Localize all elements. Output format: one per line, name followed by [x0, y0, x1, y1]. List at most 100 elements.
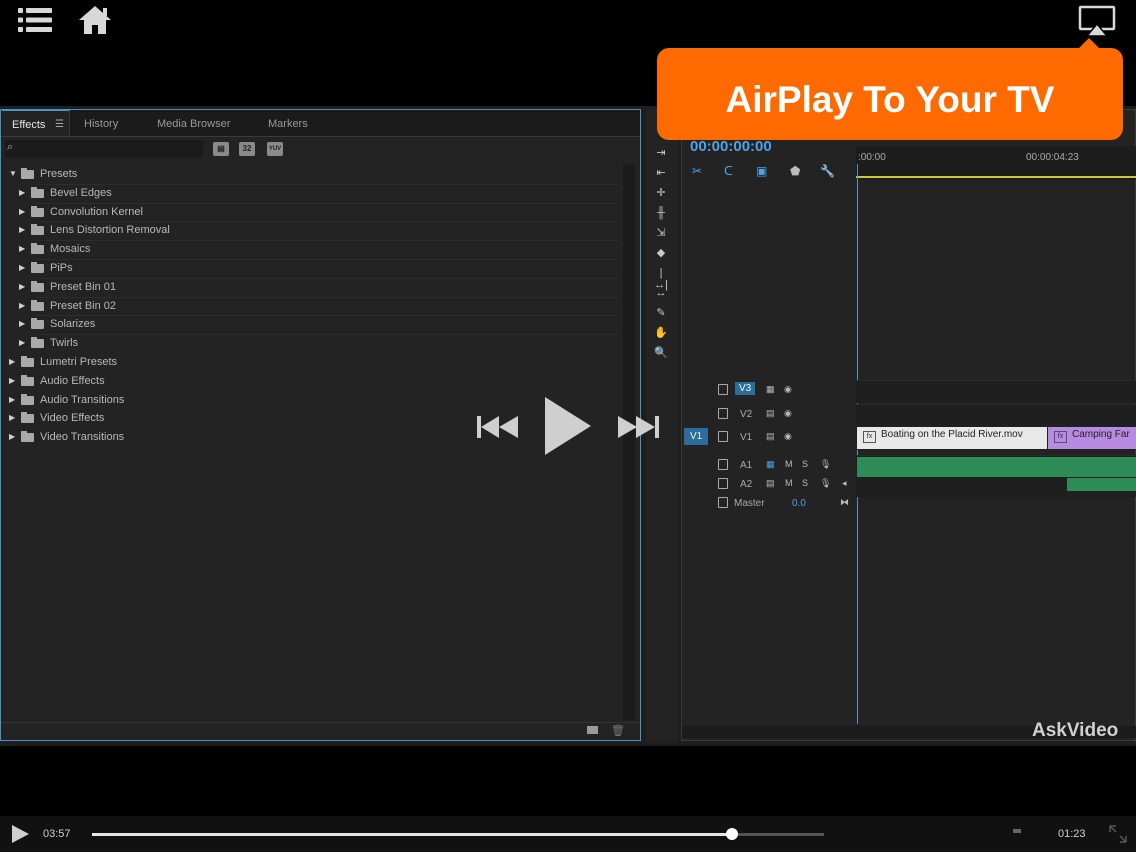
- nest-icon[interactable]: ▣: [756, 164, 767, 178]
- disclosure-collapsed-icon[interactable]: ▶: [19, 259, 27, 277]
- tree-item[interactable]: ▶ Preset Bin 02: [7, 297, 619, 315]
- 32bit-effects-icon[interactable]: 32: [239, 142, 255, 156]
- list-menu-icon[interactable]: [18, 6, 52, 34]
- fullscreen-icon[interactable]: [1108, 824, 1128, 844]
- panel-scrollbar[interactable]: [623, 164, 635, 720]
- microphone-icon[interactable]: 🎙: [820, 478, 831, 489]
- tree-item[interactable]: ▶ Lumetri Presets: [7, 353, 619, 371]
- end-marker-icon[interactable]: ⧓: [840, 497, 849, 508]
- track-name-a1[interactable]: A1: [740, 460, 752, 471]
- sync-lock-icon[interactable]: ▤: [766, 478, 775, 489]
- track-name-v3[interactable]: V3: [735, 382, 756, 395]
- solo-button[interactable]: S: [802, 459, 808, 469]
- tree-item[interactable]: ▶ Audio Transitions: [7, 391, 619, 409]
- sync-lock-icon[interactable]: ▤: [766, 431, 775, 442]
- track-row-v3[interactable]: [856, 380, 1136, 403]
- disclosure-collapsed-icon[interactable]: ▶: [19, 315, 27, 333]
- audio-clip-a2[interactable]: [1067, 478, 1136, 491]
- tree-item[interactable]: ▶ Mosaics: [7, 240, 619, 258]
- snap-icon[interactable]: ✂: [692, 164, 702, 178]
- linked-selection-icon[interactable]: ᑕ: [724, 164, 733, 178]
- eye-icon[interactable]: ◉: [784, 431, 792, 442]
- razor-icon[interactable]: ◆: [654, 247, 668, 259]
- lock-icon[interactable]: [718, 459, 728, 470]
- collapse-arrow-icon[interactable]: ◂: [842, 478, 847, 489]
- disclosure-collapsed-icon[interactable]: ▶: [19, 203, 27, 221]
- lock-icon[interactable]: [718, 497, 728, 508]
- rolling-edit-icon[interactable]: ╫: [654, 207, 668, 219]
- new-folder-icon[interactable]: [587, 726, 598, 734]
- solo-button[interactable]: S: [802, 478, 808, 488]
- rate-stretch-icon[interactable]: ⇲: [654, 227, 668, 239]
- disclosure-collapsed-icon[interactable]: ▶: [9, 353, 17, 371]
- tab-markers[interactable]: Markers: [268, 110, 308, 136]
- previous-icon[interactable]: [476, 414, 520, 440]
- disclosure-collapsed-icon[interactable]: ▶: [19, 184, 27, 202]
- pen-icon[interactable]: ✎: [654, 307, 668, 319]
- tree-item[interactable]: ▶ Solarizes: [7, 315, 619, 333]
- add-marker-icon[interactable]: ⬟: [790, 164, 800, 178]
- ripple-edit-icon[interactable]: ✛: [654, 187, 668, 199]
- airplay-callout[interactable]: AirPlay To Your TV: [657, 38, 1123, 140]
- disclosure-collapsed-icon[interactable]: ▶: [19, 278, 27, 296]
- timeline-clip[interactable]: fx Boating on the Placid River.mov: [857, 427, 1047, 449]
- tree-item[interactable]: ▶ Video Transitions: [7, 428, 619, 446]
- captions-icon[interactable]: [1013, 829, 1021, 833]
- tab-effects[interactable]: Effects ☰: [2, 110, 70, 136]
- master-volume-value[interactable]: 0.0: [792, 498, 806, 509]
- disclosure-collapsed-icon[interactable]: ▶: [9, 409, 17, 427]
- hand-icon[interactable]: ✋: [654, 327, 668, 339]
- mute-button[interactable]: M: [785, 459, 793, 469]
- progress-bar[interactable]: [92, 828, 824, 840]
- sync-lock-icon[interactable]: ▦: [766, 384, 775, 395]
- track-select-back-icon[interactable]: ⇤: [654, 167, 668, 179]
- timeline-clip[interactable]: fx Camping Far: [1048, 427, 1136, 449]
- airplay-icon[interactable]: [1078, 5, 1116, 37]
- tree-item[interactable]: ▶ Bevel Edges: [7, 184, 619, 202]
- microphone-icon[interactable]: 🎙: [820, 459, 831, 470]
- disclosure-collapsed-icon[interactable]: ▶: [9, 391, 17, 409]
- yuv-effects-icon[interactable]: YUV: [267, 142, 283, 156]
- lock-icon[interactable]: [718, 478, 728, 489]
- work-area-bar[interactable]: [856, 176, 1136, 178]
- tree-item[interactable]: ▶ Preset Bin 01: [7, 278, 619, 296]
- trash-icon[interactable]: 🗑: [611, 724, 625, 737]
- play-icon[interactable]: [541, 395, 593, 457]
- panel-menu-icon[interactable]: ☰: [55, 111, 64, 139]
- sync-lock-icon[interactable]: ▤: [766, 408, 775, 419]
- tree-item[interactable]: ▶ Video Effects: [7, 409, 619, 427]
- lock-icon[interactable]: [718, 431, 728, 442]
- lock-icon[interactable]: [718, 408, 728, 419]
- accelerated-effects-icon[interactable]: ▤: [213, 142, 229, 156]
- disclosure-collapsed-icon[interactable]: ▶: [19, 240, 27, 258]
- source-patch-v1[interactable]: V1: [684, 428, 709, 445]
- track-name-v1[interactable]: V1: [740, 432, 752, 443]
- effects-search-input[interactable]: ⌕: [5, 140, 203, 158]
- disclosure-collapsed-icon[interactable]: ▶: [19, 221, 27, 239]
- disclosure-collapsed-icon[interactable]: ▶: [19, 334, 27, 352]
- wrench-icon[interactable]: 🔧: [820, 164, 835, 178]
- home-icon[interactable]: [77, 4, 113, 36]
- tab-history[interactable]: History: [84, 110, 118, 136]
- tree-item[interactable]: ▼ Presets: [7, 165, 619, 183]
- eye-icon[interactable]: ◉: [784, 408, 792, 419]
- next-icon[interactable]: [616, 414, 660, 440]
- tree-item[interactable]: ▶ Lens Distortion Removal: [7, 221, 619, 239]
- progress-knob[interactable]: [725, 828, 738, 840]
- sync-lock-icon[interactable]: ▦: [766, 459, 775, 470]
- lock-icon[interactable]: [718, 384, 728, 395]
- disclosure-collapsed-icon[interactable]: ▶: [9, 428, 17, 446]
- zoom-icon[interactable]: 🔍: [654, 347, 668, 359]
- disclosure-collapsed-icon[interactable]: ▶: [9, 372, 17, 390]
- eye-icon[interactable]: ◉: [784, 384, 792, 395]
- slide-icon[interactable]: ↔: [654, 287, 668, 299]
- disclosure-collapsed-icon[interactable]: ▶: [19, 297, 27, 315]
- tree-item[interactable]: ▶ PiPs: [7, 259, 619, 277]
- mute-button[interactable]: M: [785, 478, 793, 488]
- tree-item[interactable]: ▶ Twirls: [7, 334, 619, 352]
- slip-icon[interactable]: |↔|: [654, 267, 668, 291]
- disclosure-expanded-icon[interactable]: ▼: [9, 165, 17, 183]
- track-row-v2[interactable]: [856, 404, 1136, 427]
- play-icon[interactable]: [10, 824, 30, 844]
- tree-item[interactable]: ▶ Convolution Kernel: [7, 203, 619, 221]
